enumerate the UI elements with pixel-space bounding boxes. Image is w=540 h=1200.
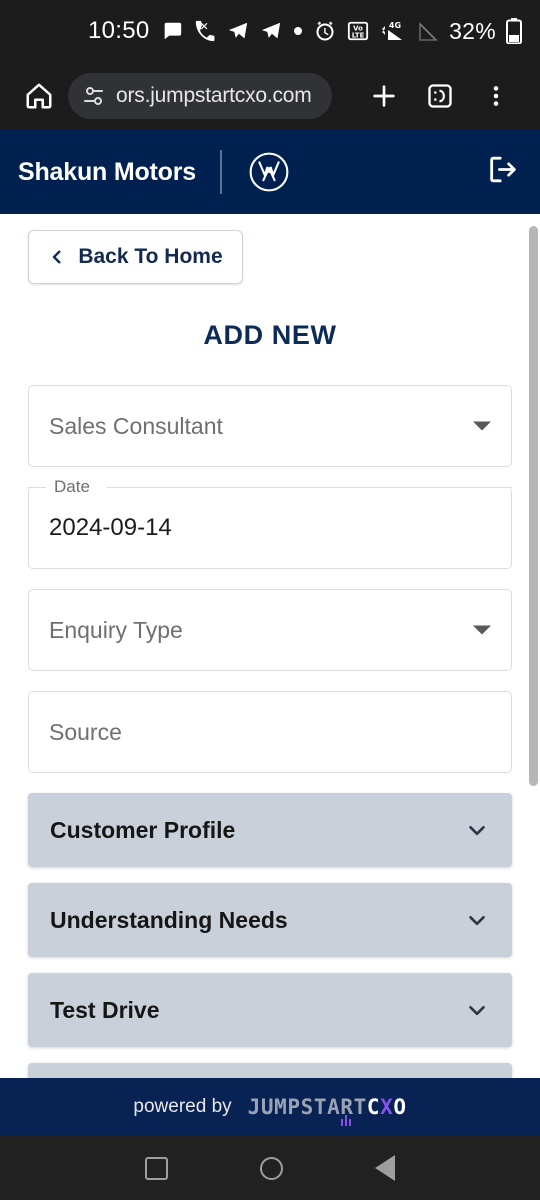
accordion-customer-profile[interactable]: Customer Profile (28, 793, 512, 867)
app-footer: powered by JUMPSTART C X O (0, 1078, 540, 1136)
source-placeholder: Source (49, 718, 122, 745)
svg-text:4G: 4G (389, 21, 401, 30)
enquiry-type-placeholder: Enquiry Type (49, 616, 183, 643)
date-field[interactable]: Date 2024-09-14 (28, 477, 512, 569)
telegram-icon (228, 22, 247, 39)
accordion-list: Customer Profile Understanding Needs Tes… (0, 793, 540, 1078)
sales-consultant-select[interactable]: Sales Consultant (28, 385, 512, 467)
back-button[interactable] (375, 1155, 395, 1181)
android-status-bar: 10:50 Vo LTE 4G 32% (0, 0, 540, 62)
date-field-label: Date (49, 477, 95, 497)
home-button[interactable] (260, 1156, 283, 1180)
volkswagen-logo-icon (249, 152, 289, 192)
signal-4g-icon: 4G (382, 21, 403, 40)
alarm-icon (316, 21, 334, 41)
accordion-label: Understanding Needs (50, 906, 288, 933)
accordion-understanding-needs[interactable]: Understanding Needs (28, 883, 512, 957)
logout-button[interactable] (486, 153, 520, 192)
page-scrollbar-track[interactable] (529, 214, 540, 1078)
status-bar-clock: 10:50 (88, 17, 150, 44)
tune-icon (84, 87, 103, 105)
status-bar-left: 10:50 (88, 0, 303, 62)
telegram-icon (261, 22, 280, 39)
recents-button[interactable] (145, 1156, 168, 1180)
enquiry-type-select[interactable]: Enquiry Type (28, 589, 512, 671)
chevron-down-icon (473, 625, 491, 635)
overflow-menu-icon (493, 86, 499, 106)
android-nav-bar (0, 1136, 540, 1200)
missed-call-icon (195, 20, 215, 42)
brand-name: Shakun Motors (18, 157, 196, 186)
address-bar-url: ors.jumpstartcxo.com (116, 84, 312, 107)
dot-icon (293, 27, 302, 35)
jumpstartcxo-logo: JUMPSTART C X O (248, 1095, 407, 1126)
accordion-partial-next[interactable] (28, 1063, 512, 1078)
header-divider (219, 150, 222, 194)
volte-icon: Vo LTE (347, 21, 369, 41)
signal-empty-icon (419, 22, 438, 41)
chevron-left-icon (53, 250, 61, 264)
source-input[interactable]: Source (28, 691, 512, 773)
home-icon (26, 83, 52, 109)
page-title: ADD NEW (203, 320, 337, 350)
browser-menu-button[interactable] (468, 83, 524, 109)
battery-icon (506, 18, 522, 44)
reader-mode-icon (428, 84, 452, 108)
accordion-label: Customer Profile (50, 816, 236, 843)
page-scrollbar-thumb[interactable] (529, 226, 538, 786)
browser-home-button[interactable] (16, 81, 62, 111)
accordion-label: Test Drive (50, 996, 160, 1023)
logout-icon (490, 156, 516, 183)
chevron-down-icon (469, 1005, 485, 1016)
accordion-test-drive[interactable]: Test Drive (28, 973, 512, 1047)
chevron-down-icon (469, 825, 485, 836)
app-header: Shakun Motors (0, 130, 540, 214)
svg-text:LTE: LTE (352, 31, 365, 39)
status-bar-right: Vo LTE 4G 32% (313, 0, 522, 62)
trident-accent-icon (340, 1115, 352, 1126)
form-fields: Sales Consultant Date 2024-09-14 Enquiry… (0, 385, 540, 773)
cxo-o-letter: O (393, 1095, 407, 1119)
cxo-c-letter: C (366, 1095, 381, 1119)
plus-icon (373, 85, 395, 107)
battery-percent-label: 32% (449, 17, 496, 44)
powered-by-label: powered by (133, 1096, 232, 1117)
address-bar[interactable]: ors.jumpstartcxo.com (68, 73, 332, 119)
new-tab-button[interactable] (356, 80, 412, 112)
reader-mode-button[interactable] (412, 82, 468, 110)
date-field-value: 2024-09-14 (49, 514, 172, 541)
sales-consultant-placeholder: Sales Consultant (49, 412, 223, 439)
page-content: Back To Home ADD NEW Sales Consultant Da… (0, 214, 540, 1078)
chat-bubble-icon (164, 22, 181, 40)
chevron-down-icon (469, 915, 485, 926)
cxo-x-letter: X (380, 1095, 394, 1119)
browser-toolbar: ors.jumpstartcxo.com (0, 62, 540, 130)
phone-screen: 10:50 Vo LTE 4G 32% ors.jumpstartcxo.com… (0, 0, 540, 1200)
back-to-home-label: Back To Home (78, 245, 223, 268)
chevron-down-icon (473, 421, 491, 431)
back-to-home-button[interactable]: Back To Home (28, 230, 243, 284)
